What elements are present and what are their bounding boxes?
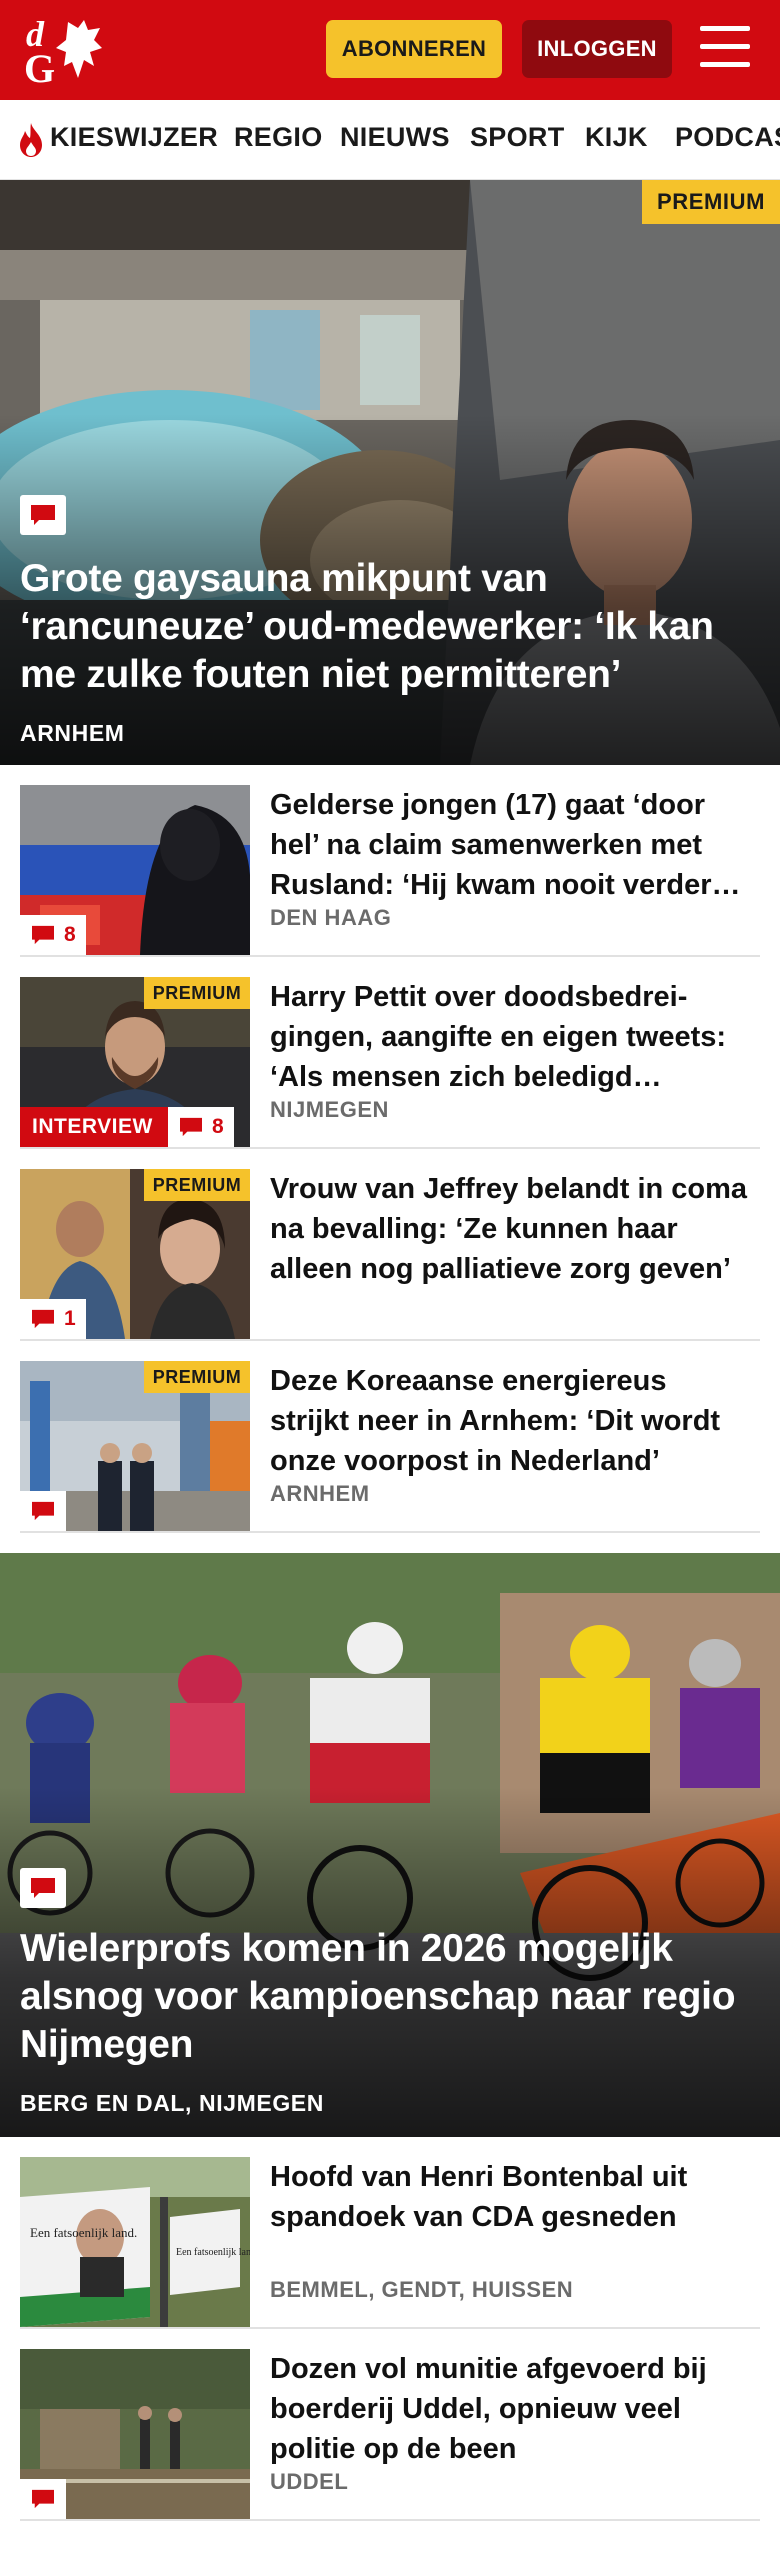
hero-title[interactable]: Wielerprofs komen in 2026 mogelijk alsno… [20, 1925, 756, 2069]
premium-badge: PREMIUM [144, 1169, 250, 1201]
article-title[interactable]: Harry Pettit over doodsbedrei­gingen, aa… [270, 977, 750, 1097]
comment-count[interactable]: 1 [20, 1299, 86, 1339]
comment-count[interactable]: 8 [168, 1107, 234, 1147]
article-thumbnail: 8 [20, 785, 250, 955]
interview-label: INTERVIEW [20, 1107, 168, 1147]
comment-icon-box[interactable] [20, 1491, 66, 1531]
article-thumbnail: PREMIUM [20, 1361, 250, 1531]
hamburger-menu-icon[interactable] [700, 24, 752, 72]
article-thumbnail: PREMIUM INTERVIEW 8 [20, 977, 250, 1147]
logo-mark-icon: d G [24, 14, 102, 91]
article-location: DEN HAAG [270, 905, 392, 930]
comment-icon [180, 1117, 202, 1137]
article-title[interactable]: Vrouw van Jeffrey belandt in coma na bev… [270, 1169, 750, 1289]
article-title[interactable]: Dozen vol munitie afgevoerd bij boerderi… [270, 2349, 750, 2469]
poster-text-left: Een fatsoenlijk land. [30, 2225, 137, 2240]
article-thumbnail [20, 2349, 250, 2519]
nav-item-podcast[interactable]: PODCAS [675, 122, 780, 153]
article-card[interactable]: PREMIUM Deze Koreaanse energiereus strij… [20, 1341, 760, 1533]
comment-icon[interactable] [20, 1868, 66, 1908]
article-thumbnail: PREMIUM 1 [20, 1169, 250, 1339]
nav-item-sport[interactable]: SPORT [470, 122, 565, 153]
article-location: BEMMEL, GENDT, HUISSEN [270, 2277, 574, 2302]
comment-icon [32, 1309, 54, 1329]
comment-icon[interactable] [20, 495, 66, 535]
article-location: ARNHEM [270, 1481, 370, 1506]
nav-item-kieswijzer[interactable]: KIESWIJZER [50, 122, 218, 153]
comment-icon [32, 2489, 54, 2509]
dg-logo[interactable]: d G [22, 12, 114, 91]
comment-count-value: 8 [212, 1115, 224, 1138]
article-card[interactable]: PREMIUM 1 Vrouw van Jeffrey belandt in c… [20, 1149, 760, 1341]
article-title[interactable]: Deze Koreaanse energiereus strijkt neer … [270, 1361, 750, 1481]
hero-article-cycling[interactable]: Wielerprofs komen in 2026 mogelijk alsno… [0, 1553, 780, 2137]
article-thumbnail: Een fatsoenlijk land. Een fatsoenlijk la… [20, 2157, 250, 2327]
comment-icon-box[interactable] [20, 2479, 66, 2519]
article-card[interactable]: Dozen vol munitie afgevoerd bij boerderi… [20, 2329, 760, 2521]
article-card[interactable]: 8 Gelderse jongen (17) gaat ‘door hel’ n… [20, 765, 760, 957]
poster-text-right: Een fatsoenlijk land [176, 2247, 250, 2258]
hero-title[interactable]: Grote gaysauna mikpunt van ‘rancuneuze’ … [20, 555, 756, 699]
comment-icon [32, 925, 54, 945]
article-location: NIJMEGEN [270, 1097, 389, 1122]
nav-item-nieuws[interactable]: NIEUWS [340, 122, 450, 153]
article-title[interactable]: Gelderse jongen (17) gaat ‘door hel’ na … [270, 785, 750, 905]
comment-count-value: 1 [64, 1307, 76, 1330]
comment-count[interactable]: 8 [20, 915, 86, 955]
login-button[interactable]: INLOGGEN [522, 20, 672, 78]
hero-article-sauna[interactable]: PREMIUM Grote gaysauna mikpunt van ‘ranc… [0, 180, 780, 765]
section-nav: KIESWIJZER REGIO NIEUWS SPORT KIJK PODCA… [0, 100, 780, 180]
hero-location: BERG EN DAL, NIJMEGEN [20, 2090, 324, 2116]
nav-item-regio[interactable]: REGIO [234, 122, 323, 153]
comment-count-value: 8 [64, 923, 76, 946]
article-card[interactable]: Een fatsoenlijk land. Een fatsoenlijk la… [20, 2137, 760, 2329]
comment-icon [32, 1501, 54, 1521]
svg-text:G: G [24, 46, 55, 88]
premium-badge: PREMIUM [144, 977, 250, 1009]
article-card[interactable]: PREMIUM INTERVIEW 8 Harry Pettit over do… [20, 957, 760, 1149]
flame-icon [20, 123, 42, 157]
article-title[interactable]: Hoofd van Henri Bontenbal uit spandoek v… [270, 2157, 750, 2237]
nav-item-kijk[interactable]: KIJK [585, 122, 648, 153]
article-location: UDDEL [270, 2469, 349, 2494]
premium-badge: PREMIUM [144, 1361, 250, 1393]
hero-location: ARNHEM [20, 720, 125, 746]
premium-badge: PREMIUM [642, 180, 780, 224]
top-bar: d G ABONNEREN INLOGGEN [0, 0, 780, 100]
subscribe-button[interactable]: ABONNEREN [326, 20, 502, 78]
